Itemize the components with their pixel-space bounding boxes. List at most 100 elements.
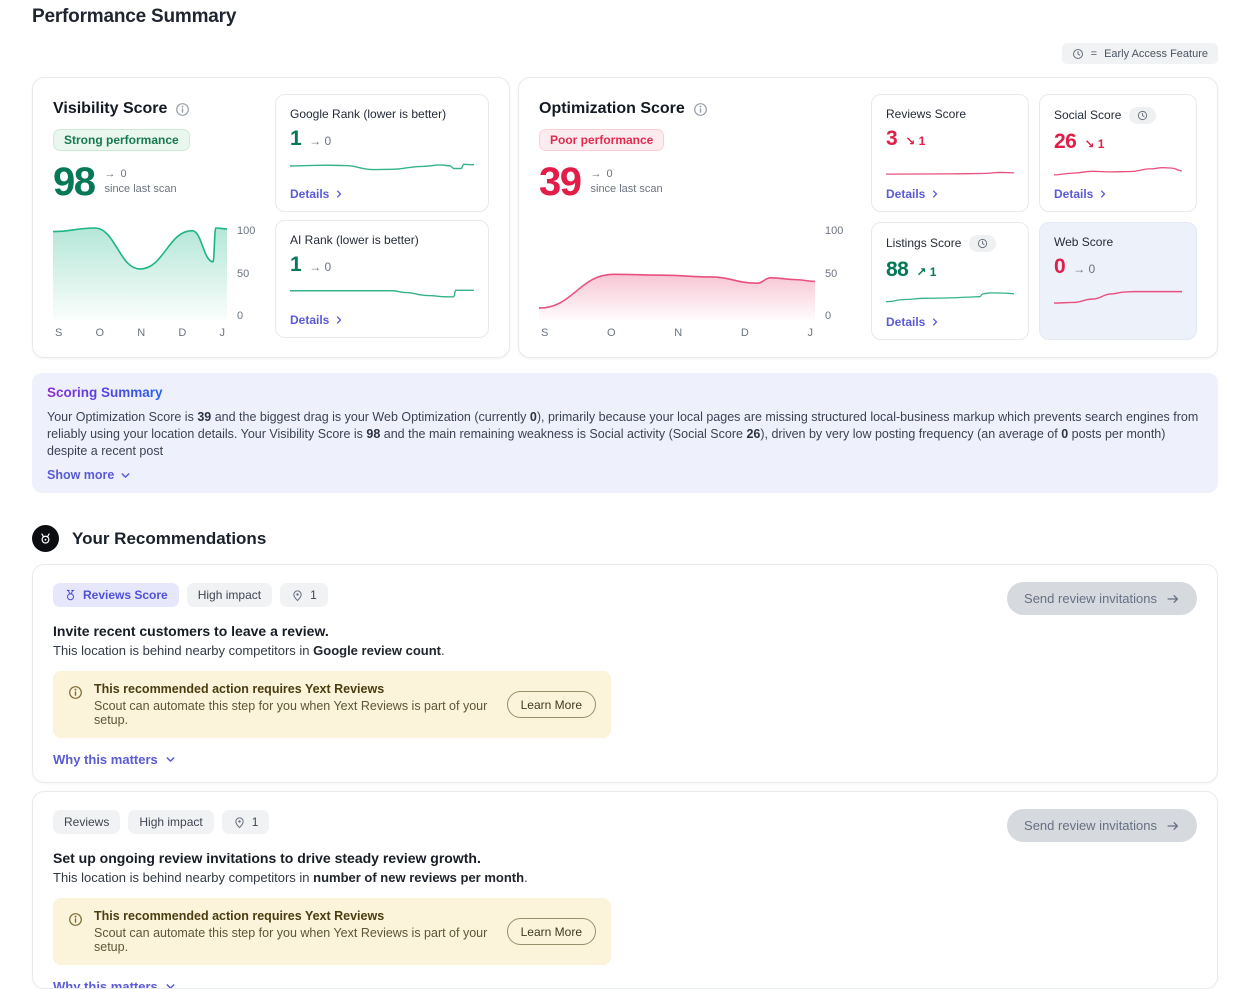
recommendation-subtitle: This location is behind nearby competito… — [53, 643, 1197, 658]
arrow-right-icon — [1166, 592, 1180, 606]
category-badge: Reviews — [53, 810, 120, 834]
early-access-row: = Early Access Feature — [32, 43, 1218, 64]
reviews-score-delta: ↘ 1 — [905, 134, 925, 148]
ai-rank-sparkline — [290, 279, 474, 305]
clock-icon — [1137, 110, 1148, 121]
social-score-value: 26 — [1054, 130, 1076, 154]
optimization-x-axis: SONDJ — [539, 327, 815, 339]
early-access-clock-badge — [1129, 107, 1156, 124]
ai-rank-details-link[interactable]: Details — [290, 313, 474, 327]
visibility-x-axis: SONDJ — [53, 327, 227, 339]
visibility-trend-chart: SONDJ 100500 — [53, 225, 261, 339]
visibility-main: Visibility Score Strong performance 98 →… — [53, 94, 261, 339]
ai-rank-title: AI Rank (lower is better) — [290, 233, 474, 247]
scout-icon — [38, 531, 53, 546]
reviews-sparkline — [886, 153, 1014, 179]
location-count-badge: 1 — [222, 810, 270, 834]
send-review-invitations-button[interactable]: Send review invitations — [1007, 809, 1197, 842]
social-score-title: Social Score — [1054, 108, 1121, 122]
show-more-link[interactable]: Show more — [47, 468, 131, 482]
listings-score-value: 88 — [886, 258, 908, 282]
social-sparkline — [1054, 154, 1182, 179]
google-rank-title: Google Rank (lower is better) — [290, 107, 474, 121]
equals-sign: = — [1091, 48, 1097, 60]
early-access-clock-badge — [969, 235, 996, 252]
web-score-value: 0 — [1054, 255, 1065, 279]
chevron-down-icon — [165, 754, 176, 765]
google-rank-sparkline — [290, 153, 474, 179]
visibility-status-badge: Strong performance — [53, 129, 190, 151]
chevron-right-icon — [334, 315, 344, 325]
google-rank-delta: → 0 — [309, 134, 331, 148]
listings-score-card: Listings Score 88 ↗ 1 Details — [871, 222, 1029, 340]
arrow-right-icon — [1166, 819, 1180, 833]
location-count-badge: 1 — [280, 583, 328, 607]
notice-title: This recommended action requires Yext Re… — [94, 682, 496, 696]
google-rank-card: Google Rank (lower is better) 1 → 0 Deta… — [275, 94, 489, 212]
listings-sparkline — [886, 282, 1014, 307]
optimization-status-badge: Poor performance — [539, 129, 664, 151]
info-icon[interactable] — [693, 102, 708, 117]
clock-icon — [1072, 48, 1084, 60]
notice-title: This recommended action requires Yext Re… — [94, 909, 496, 923]
reviews-score-value: 3 — [886, 127, 897, 151]
web-score-card: Web Score 0 → 0 — [1039, 222, 1197, 340]
scoring-summary-title: Scoring Summary — [47, 385, 163, 400]
chevron-right-icon — [930, 189, 940, 199]
early-access-badge: = Early Access Feature — [1062, 43, 1218, 64]
chevron-right-icon — [930, 317, 940, 327]
why-this-matters-link[interactable]: Why this matters — [53, 979, 176, 989]
recommendation-card: Reviews High impact 1 Send review invita… — [32, 791, 1218, 989]
scoring-summary-panel: Scoring Summary Your Optimization Score … — [32, 373, 1218, 493]
social-details-link[interactable]: Details — [1054, 187, 1182, 201]
send-review-invitations-button[interactable]: Send review invitations — [1007, 582, 1197, 615]
impact-badge: High impact — [187, 583, 272, 607]
recommendations-header: Your Recommendations — [32, 525, 1218, 552]
recommendation-title: Set up ongoing review invitations to dri… — [53, 850, 1197, 866]
score-cards-row: Visibility Score Strong performance 98 →… — [32, 77, 1218, 358]
social-score-delta: ↘ 1 — [1084, 137, 1104, 151]
info-icon[interactable] — [175, 102, 190, 117]
performance-summary-page: Performance Summary = Early Access Featu… — [0, 0, 1245, 989]
listings-score-title: Listings Score — [886, 236, 961, 250]
requires-yext-reviews-notice: This recommended action requires Yext Re… — [53, 671, 611, 738]
requires-yext-reviews-notice: This recommended action requires Yext Re… — [53, 898, 611, 965]
reviews-score-title: Reviews Score — [886, 107, 1014, 121]
optimization-score-value: 39 — [539, 163, 581, 201]
pin-icon — [233, 816, 246, 829]
optimization-score-card: Optimization Score Poor performance 39 →… — [518, 77, 1218, 358]
why-this-matters-link[interactable]: Why this matters — [53, 752, 176, 767]
recommendation-card: Reviews Score High impact 1 Send review … — [32, 564, 1218, 783]
recommendations-heading: Your Recommendations — [72, 529, 266, 549]
chevron-down-icon — [165, 981, 176, 989]
notice-body: Scout can automate this step for you whe… — [94, 699, 496, 727]
web-score-delta: → 0 — [1073, 262, 1095, 276]
google-rank-value: 1 — [290, 127, 301, 151]
google-rank-details-link[interactable]: Details — [290, 187, 474, 201]
learn-more-button[interactable]: Learn More — [507, 918, 596, 945]
clock-icon — [977, 238, 988, 249]
optimization-trend-chart: SONDJ 100500 — [539, 225, 849, 339]
listings-details-link[interactable]: Details — [886, 315, 1014, 329]
recommendation-subtitle: This location is behind nearby competito… — [53, 870, 1197, 885]
visibility-delta: →0 since last scan — [105, 167, 177, 198]
notice-body: Scout can automate this step for you whe… — [94, 926, 496, 954]
chevron-right-icon — [1098, 189, 1108, 199]
visibility-title: Visibility Score — [53, 100, 167, 118]
early-access-label: Early Access Feature — [1104, 48, 1208, 60]
info-icon — [68, 685, 83, 700]
chevron-right-icon — [334, 189, 344, 199]
info-icon — [68, 912, 83, 927]
category-badge: Reviews Score — [53, 583, 179, 607]
web-sparkline — [1054, 283, 1182, 309]
visibility-score-card: Visibility Score Strong performance 98 →… — [32, 77, 510, 358]
visibility-y-axis: 100500 — [237, 225, 261, 322]
page-title: Performance Summary — [32, 6, 1218, 28]
ai-rank-delta: → 0 — [309, 260, 331, 274]
impact-badge: High impact — [128, 810, 213, 834]
listings-score-delta: ↗ 1 — [916, 265, 936, 279]
learn-more-button[interactable]: Learn More — [507, 691, 596, 718]
optimization-title: Optimization Score — [539, 100, 685, 118]
ai-rank-value: 1 — [290, 253, 301, 277]
reviews-details-link[interactable]: Details — [886, 187, 1014, 201]
